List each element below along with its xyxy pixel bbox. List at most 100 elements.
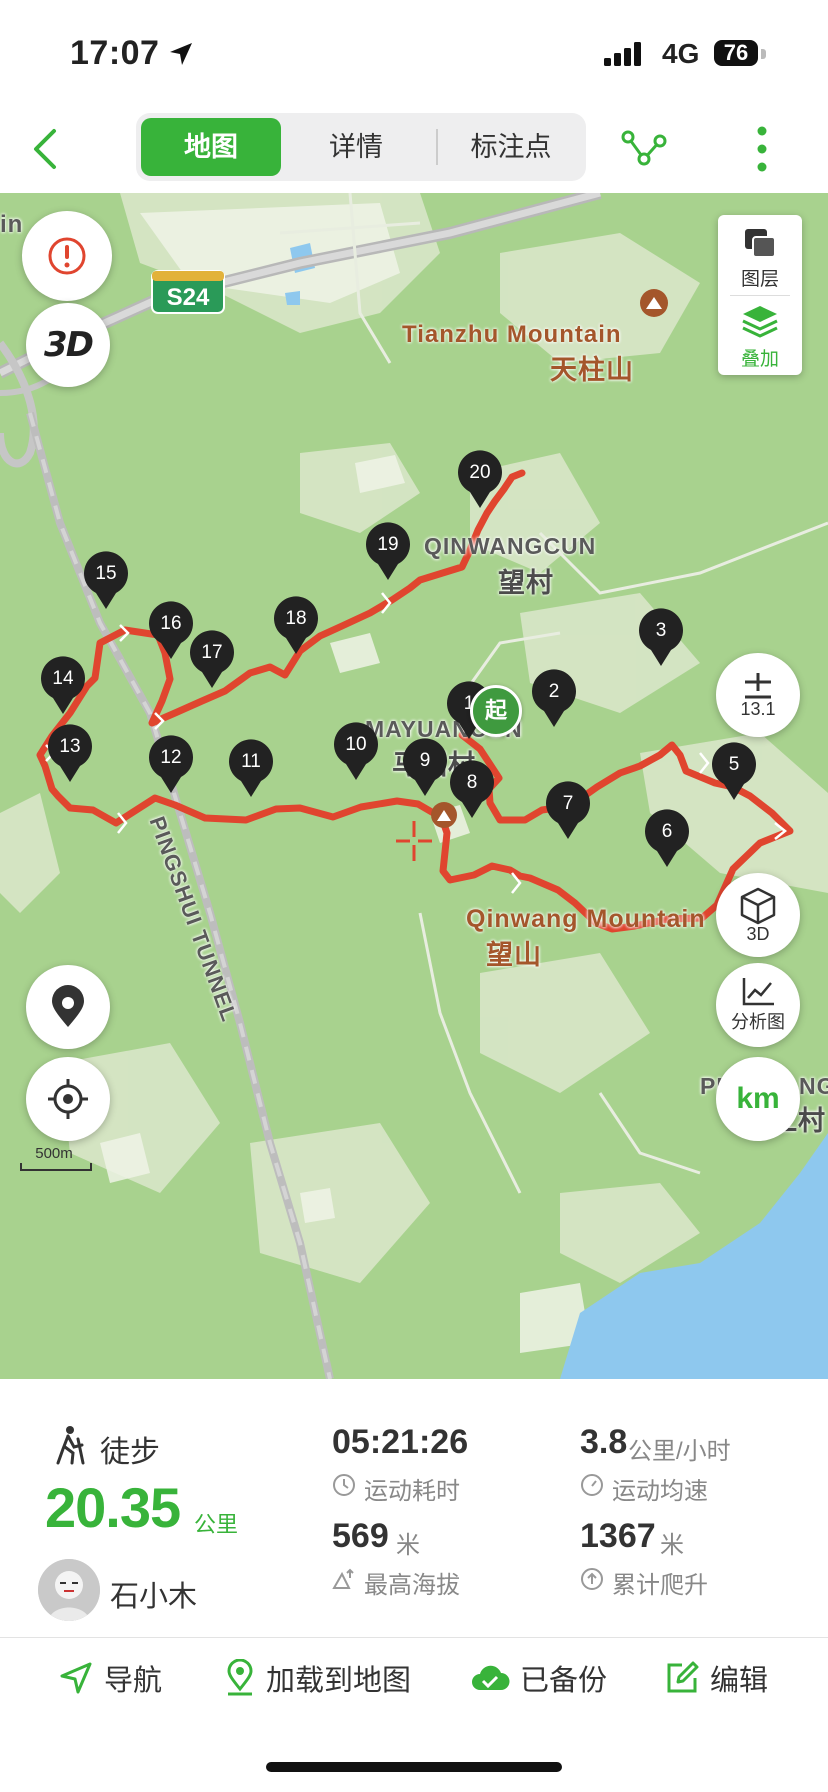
avg-speed-value: 3.8 (580, 1423, 628, 1461)
view-tabs: 地图 详情 标注点 (136, 113, 586, 181)
overlay-button[interactable]: 叠加 (718, 295, 802, 375)
location-arrow-icon (170, 43, 192, 65)
layers-icon (745, 229, 776, 258)
waypoint-pin[interactable]: 18 (272, 596, 320, 656)
waypoint-pin[interactable]: 2 (530, 669, 578, 729)
cube-icon (740, 887, 776, 924)
ascent-label: 累计爬升 (612, 1572, 708, 1599)
action-bar: 导航 加载到地图 已备份 编辑 (0, 1637, 828, 1718)
crosshair-icon (48, 1079, 88, 1119)
unit-toggle-button[interactable]: km (716, 1057, 800, 1141)
waypoint-pin[interactable]: 14 (39, 656, 87, 716)
scale-label: 500m (35, 1145, 73, 1162)
tab-details[interactable]: 详情 (286, 118, 426, 176)
waypoint-number: 9 (419, 750, 431, 771)
network-type: 4G (662, 38, 700, 69)
battery-icon: 76 (714, 40, 758, 66)
speedometer-icon (581, 1474, 603, 1496)
edit-icon (667, 1661, 699, 1693)
alert-button[interactable] (22, 211, 112, 301)
avatar-image (38, 1559, 100, 1621)
map-label-tianzhu-cn: 天柱山 (550, 355, 634, 385)
zoom-in-icon (745, 672, 771, 698)
map-label-tianzhu-en: Tianzhu Mountain (402, 321, 622, 348)
waypoint-number: 6 (661, 821, 673, 842)
tab-markers[interactable]: 标注点 (441, 118, 581, 176)
svg-text:S24: S24 (167, 284, 210, 311)
footprint-pin-icon (52, 985, 84, 1027)
waypoint-number: 10 (345, 734, 367, 755)
waypoint-pin[interactable]: 10 (332, 722, 380, 782)
map-label-qinwangcun-cn: 望村 (498, 568, 554, 598)
waypoint-pin[interactable]: 19 (364, 522, 412, 582)
status-bar: 17:07 4G 76 (0, 0, 828, 105)
waypoint-pin[interactable]: 7 (544, 781, 592, 841)
alert-icon (48, 237, 86, 275)
chart-icon (742, 978, 774, 1006)
waypoint-number: 18 (285, 608, 307, 629)
distance-unit: 公里 (194, 1512, 239, 1537)
navigate-arrow-icon (60, 1662, 92, 1694)
unit-toggle-label: km (736, 1082, 780, 1115)
waypoint-pin[interactable]: 13 (46, 724, 94, 784)
edit-button[interactable]: 编辑 (664, 1656, 768, 1700)
locate-button[interactable] (26, 1057, 110, 1141)
layer-label: 图层 (740, 269, 779, 290)
tab-map[interactable]: 地图 (141, 118, 281, 176)
avg-speed-unit: 公里/小时 (628, 1438, 731, 1465)
navigate-label: 导航 (104, 1665, 163, 1697)
waypoint-pin[interactable]: 20 (456, 450, 504, 510)
waypoint-pin[interactable]: 17 (188, 630, 236, 690)
waypoint-pin[interactable]: 15 (82, 551, 130, 611)
waypoint-number: 20 (469, 462, 491, 483)
waypoint-pin[interactable]: 3 (637, 608, 685, 668)
overlay-label: 叠加 (740, 349, 779, 370)
zoom-button[interactable]: 13.1 (716, 653, 800, 737)
layer-button[interactable]: 图层 (718, 215, 802, 295)
waypoint-pin[interactable]: 5 (710, 742, 758, 802)
waypoint-number: 7 (562, 793, 574, 814)
battery-tip (761, 49, 766, 59)
max-altitude-value: 569 (332, 1517, 389, 1555)
more-icon[interactable] (750, 123, 774, 175)
layer-panel: 图层 叠加 (718, 215, 802, 375)
user-name[interactable]: 石小木 (110, 1573, 197, 1615)
load-to-map-button[interactable]: 加载到地图 (224, 1656, 411, 1700)
map-3d-label: 3D (44, 325, 94, 365)
duration-label: 运动耗时 (364, 1478, 460, 1505)
cloud-check-icon (472, 1665, 510, 1690)
home-indicator[interactable] (266, 1762, 562, 1772)
analysis-button[interactable]: 分析图 (716, 963, 800, 1047)
terrain-3d-button[interactable]: 3D (716, 873, 800, 957)
waypoint-pin[interactable]: 12 (147, 735, 195, 795)
map-3d-button[interactable]: 3D (26, 303, 110, 387)
waypoint-number: 17 (201, 642, 223, 663)
analysis-label: 分析图 (731, 1012, 785, 1032)
terrain-3d-label: 3D (746, 923, 770, 944)
max-altitude-label: 最高海拔 (364, 1572, 460, 1599)
map-label-qinwang-mountain-cn: 望山 (486, 940, 542, 970)
load-to-map-label: 加载到地图 (266, 1665, 412, 1697)
waypoint-pin[interactable]: 8 (448, 760, 496, 820)
waypoint-number: 11 (241, 751, 261, 772)
route-branch-icon[interactable] (620, 125, 668, 173)
backup-button[interactable]: 已备份 (470, 1656, 607, 1700)
footprint-button[interactable] (26, 965, 110, 1049)
map-view[interactable]: S24 in Tianzhu Mountain 天柱山 QINWANGCUN 望… (0, 193, 828, 1379)
map-label-qinwangcun-en: QINWANGCUN (424, 533, 597, 559)
waypoint-number: 19 (377, 534, 399, 555)
clock: 17:07 (70, 34, 160, 72)
zoom-level: 13.1 (740, 698, 776, 719)
avatar[interactable] (38, 1559, 100, 1621)
hiking-icon (56, 1426, 85, 1465)
waypoint-pin[interactable]: 6 (643, 809, 691, 869)
back-icon[interactable] (30, 127, 60, 171)
waypoint-pin[interactable]: 11 (227, 739, 275, 799)
map-label-edge: in (0, 211, 24, 238)
duration-value: 05:21:26 (332, 1423, 469, 1461)
start-marker[interactable]: 起 (470, 685, 522, 737)
waypoint-pin[interactable]: 9 (401, 738, 449, 798)
navigate-button[interactable]: 导航 (58, 1656, 162, 1700)
max-altitude-unit: 米 (396, 1532, 420, 1559)
ascent-value: 1367 (580, 1517, 656, 1555)
